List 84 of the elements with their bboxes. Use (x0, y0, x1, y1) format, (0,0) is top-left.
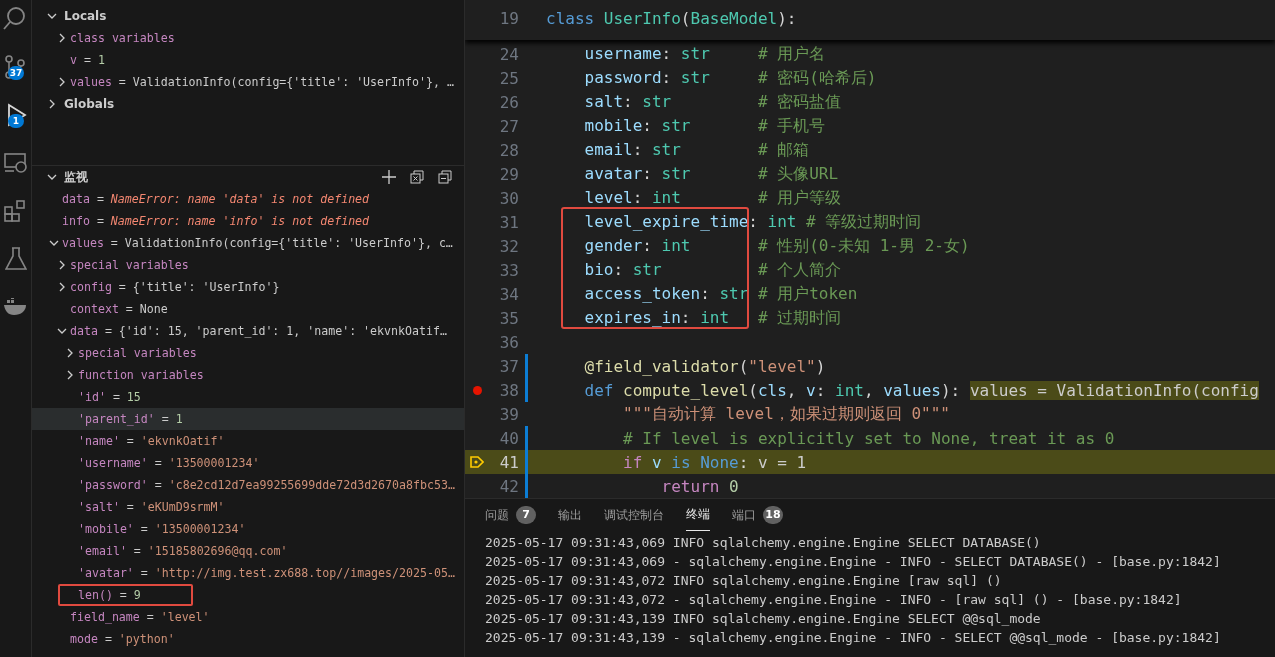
variable-entry[interactable]: function variables (78, 368, 204, 382)
line-number: 30 (499, 188, 519, 208)
variable-entry[interactable]: 'salt' = 'eKUmD9srmM' (78, 500, 225, 514)
count-badge: 18 (763, 506, 783, 524)
line-number: 25 (499, 68, 519, 88)
line-number: 42 (499, 476, 519, 496)
panel-tab[interactable]: 端口 18 (732, 499, 783, 531)
variable-entry[interactable]: 'email' = '15185802696@qq.com' (78, 544, 288, 558)
code-line: expires_in: int # 过期时间 (583, 307, 842, 329)
terminal-line: 2025-05-17 09:31:43,139 INFO sqlalchemy.engine.Engine SELECT @@sql_mode (485, 610, 1042, 628)
code-line: mobile: str # 手机号 (583, 115, 826, 137)
code-line: access_token: str # 用户token (583, 283, 858, 305)
variable-entry[interactable]: values = ValidationInfo(config={'title': 'UserInfo'}, … (70, 75, 454, 89)
variable-entry[interactable]: data = {'id': 15, 'parent_id': 1, 'name': 'ekvnkOatif… (70, 324, 447, 338)
code-line: @field_validator("level") (583, 356, 826, 376)
variable-entry[interactable]: 'name' = 'ekvnkOatif' (78, 434, 225, 448)
code-line: class UserInfo(BaseModel): (546, 8, 797, 28)
variable-entry[interactable]: info = NameError: name 'info' is not defined (62, 214, 370, 228)
variable-entry[interactable]: mode = 'python' (70, 632, 175, 646)
variable-entry[interactable]: len() = 9 (78, 588, 141, 602)
code-line: bio: str # 个人简介 (583, 259, 842, 281)
code-line: username: str # 用户名 (583, 43, 826, 65)
variable-entry[interactable]: values = ValidationInfo(config={'title': 'UserInfo'}, c… (62, 236, 453, 250)
line-number: 32 (499, 236, 519, 256)
line-number: 35 (499, 308, 519, 328)
line-number: 28 (499, 140, 519, 160)
line-number: 38 (499, 380, 519, 400)
terminal-line: 2025-05-17 09:31:43,072 INFO sqlalchemy.engine.Engine [raw sql] () (485, 572, 1003, 590)
variable-entry[interactable]: 'mobile' = '13500001234' (78, 522, 246, 536)
code-line: gender: int # 性别(0-未知 1-男 2-女) (583, 235, 970, 257)
line-number: 39 (499, 404, 519, 424)
code-line: """自动计算 level，如果过期则返回 0""" (622, 403, 950, 425)
variable-entry[interactable]: 'avatar' = 'http://img.test.zx688.top//images/2025-05… (78, 566, 455, 580)
terminal-line: 2025-05-17 09:31:43,069 - sqlalchemy.engine.Engine - INFO - SELECT DATABASE() - [base.py:1842] (485, 553, 1222, 571)
count-badge: 7 (516, 506, 536, 524)
code-line: # If level is explicitly set to None, treat it as 0 (622, 428, 1115, 448)
terminal-line: 2025-05-17 09:31:43,072 - sqlalchemy.engine.Engine - INFO - [raw sql] () - [base.py:1842] (485, 591, 1183, 609)
terminal-line: 2025-05-17 09:31:43,139 - sqlalchemy.engine.Engine - INFO - SELECT @@sql_mode - [base.py:1842] (485, 629, 1222, 647)
panel-tab[interactable]: 问题 7 (485, 499, 536, 531)
inline-value: values = ValidationInfo(config (969, 380, 1259, 400)
code-line: return 0 (660, 476, 739, 496)
line-number: 19 (499, 8, 519, 28)
line-number: 41 (499, 452, 519, 472)
code-line: def compute_level(cls, v: int, values): (583, 380, 962, 400)
variable-entry[interactable]: 'id' = 15 (78, 390, 141, 404)
count-badge: 1 (8, 114, 24, 128)
count-badge: 37 (8, 66, 24, 80)
line-number: 31 (499, 212, 519, 232)
activity-item[interactable]: 37 (0, 54, 31, 80)
panel-tab[interactable]: 终端 (686, 499, 710, 531)
section-title[interactable]: Locals (64, 9, 107, 23)
line-number: 34 (499, 284, 519, 304)
activity-item[interactable]: 1 (0, 102, 31, 128)
variable-entry[interactable]: special variables (70, 258, 189, 272)
code-line: if v is None: (622, 452, 750, 472)
line-number: 24 (499, 44, 519, 64)
variable-entry[interactable]: data = NameError: name 'data' is not defined (62, 192, 370, 206)
variable-entry[interactable]: config = {'title': 'UserInfo'} (70, 280, 280, 294)
line-number: 36 (499, 332, 519, 352)
code-line: level_expire_time: int # 等级过期时间 (583, 211, 922, 233)
panel-tab[interactable]: 输出 (558, 499, 582, 531)
variable-entry[interactable]: 'password' = 'c8e2cd12d7ea99255699dde72d3d2670a8fbc53… (78, 478, 455, 492)
line-number: 26 (499, 92, 519, 112)
variable-entry[interactable]: context = None (70, 302, 168, 316)
line-number: 27 (499, 116, 519, 136)
code-line: level: int # 用户等级 (583, 187, 842, 209)
code-line: email: str # 邮箱 (583, 139, 810, 161)
line-number: 40 (499, 428, 519, 448)
code-line: salt: str # 密码盐值 (583, 91, 842, 113)
line-number: 33 (499, 260, 519, 280)
line-number: 37 (499, 356, 519, 376)
panel-tab[interactable]: 调试控制台 (604, 499, 664, 531)
variable-entry[interactable]: class variables (70, 31, 175, 45)
variable-entry[interactable]: special variables (78, 346, 197, 360)
line-number: 29 (499, 164, 519, 184)
code-line: password: str # 密码(哈希后) (583, 67, 877, 89)
variable-entry[interactable]: 'parent_id' = 1 (78, 412, 183, 426)
variable-entry[interactable]: v = 1 (70, 53, 105, 67)
section-title[interactable]: 监视 (64, 168, 88, 186)
variable-entry[interactable]: 'username' = '13500001234' (78, 456, 260, 470)
variable-entry[interactable]: field_name = 'level' (70, 610, 210, 624)
terminal-line: 2025-05-17 09:31:43,069 INFO sqlalchemy.engine.Engine SELECT DATABASE() (485, 534, 1042, 552)
code-line: avatar: str # 头像URL (583, 163, 839, 185)
section-title[interactable]: Globals (64, 97, 115, 111)
